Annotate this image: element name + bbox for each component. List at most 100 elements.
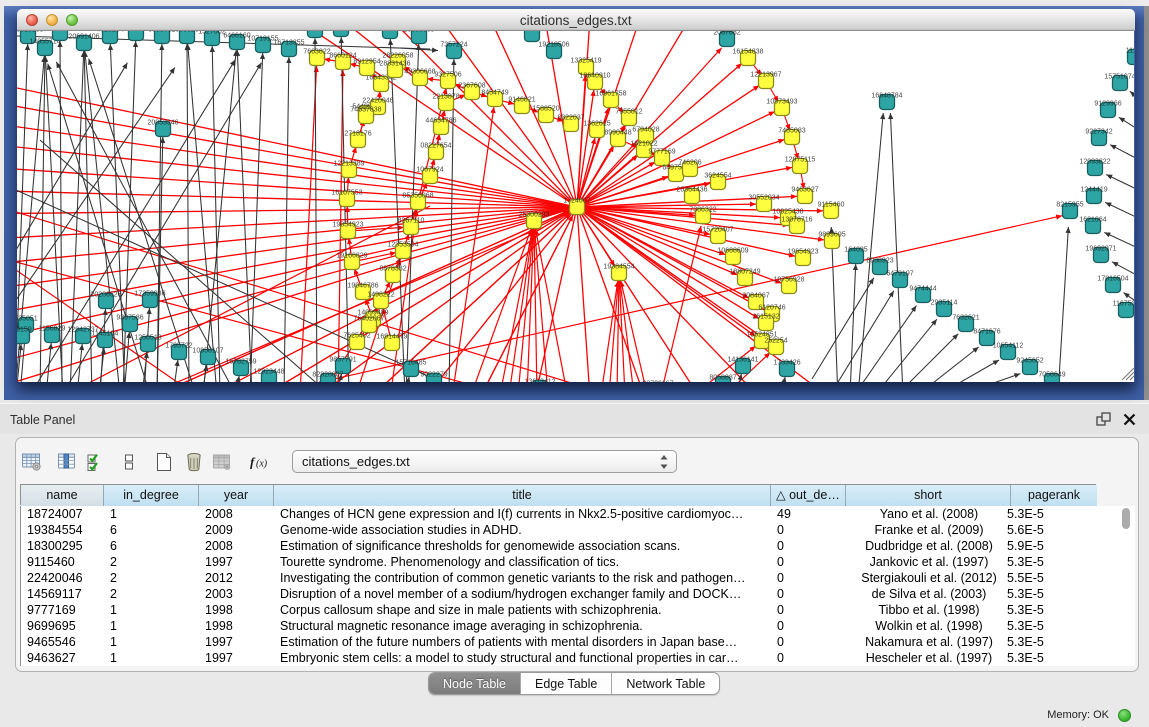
svg-text:746206: 746206	[678, 160, 701, 167]
svg-text:19756928: 19756928	[773, 277, 804, 284]
svg-text:19166829: 19166829	[336, 253, 367, 260]
svg-text:9857791: 9857791	[329, 357, 356, 364]
svg-text:13613412: 13613412	[524, 379, 555, 383]
svg-text:85356068: 85356068	[402, 193, 433, 200]
svg-text:9115460: 9115460	[818, 202, 845, 209]
svg-text:18807249: 18807249	[729, 269, 760, 276]
svg-text:9245652: 9245652	[1016, 358, 1043, 365]
svg-text:7386322: 7386322	[689, 207, 716, 214]
svg-text:9474444: 9474444	[909, 286, 936, 293]
svg-text:12975115: 12975115	[785, 157, 816, 164]
svg-text:8813054: 8813054	[518, 31, 545, 32]
svg-text:7625402: 7625402	[343, 333, 370, 340]
svg-text:6120746: 6120746	[758, 305, 785, 312]
svg-text:19384554: 19384554	[603, 264, 634, 271]
svg-text:4628194: 4628194	[96, 31, 123, 34]
svg-text:10958107: 10958107	[192, 348, 223, 355]
svg-text:16033809: 16033809	[403, 31, 434, 34]
svg-text:1621022: 1621022	[630, 141, 657, 148]
svg-text:16782759: 16782759	[225, 359, 256, 366]
svg-text:1733426: 1733426	[773, 360, 800, 367]
svg-text:28831436: 28831436	[379, 61, 410, 68]
svg-text:9899695: 9899695	[818, 232, 845, 239]
svg-text:1145194: 1145194	[92, 331, 119, 338]
svg-text:10688609: 10688609	[717, 248, 748, 255]
svg-text:1724007: 1724007	[563, 198, 590, 205]
svg-text:8938923: 8938923	[866, 258, 893, 265]
svg-text:39159: 39159	[17, 327, 32, 334]
svg-text:7632621: 7632621	[952, 315, 979, 322]
svg-text:7357224: 7357224	[440, 42, 467, 49]
svg-text:8660124: 8660124	[329, 53, 356, 60]
svg-text:17359936: 17359936	[134, 291, 165, 298]
svg-text:10973493: 10973493	[766, 99, 797, 106]
svg-text:9129966: 9129966	[1094, 101, 1121, 108]
svg-text:12093822: 12093822	[1079, 159, 1110, 166]
svg-text:7485083: 7485083	[778, 128, 805, 135]
svg-text:74537838: 74537838	[350, 107, 381, 114]
svg-text:1588520: 1588520	[532, 106, 559, 113]
svg-text:17016504: 17016504	[1097, 276, 1128, 283]
svg-text:8267110: 8267110	[398, 218, 425, 225]
svg-text:252254: 252254	[764, 338, 787, 345]
svg-text:12353594: 12353594	[387, 242, 418, 249]
svg-text:6794028: 6794028	[632, 127, 659, 134]
svg-text:19046786: 19046786	[347, 283, 378, 290]
svg-text:164095: 164095	[844, 247, 867, 254]
svg-text:8471676: 8471676	[973, 329, 1000, 336]
svg-text:12923448: 12923448	[253, 369, 284, 376]
svg-text:30552034: 30552034	[748, 195, 779, 202]
svg-text:535051: 535051	[17, 316, 38, 323]
svg-text:18640910: 18640910	[579, 73, 610, 80]
svg-text:8990448: 8990448	[604, 130, 631, 137]
svg-text:9327506: 9327506	[434, 72, 461, 79]
svg-text:2718176: 2718176	[344, 131, 371, 138]
svg-text:16154838: 16154838	[732, 49, 763, 56]
svg-text:7663822: 7663822	[303, 49, 330, 56]
svg-text:19692971: 19692971	[1085, 246, 1116, 253]
svg-text:14136141: 14136141	[727, 357, 758, 364]
svg-text:8215955: 8215955	[1056, 202, 1083, 209]
svg-text:19654923: 19654923	[787, 249, 818, 256]
svg-text:10654112: 10654112	[993, 343, 1024, 350]
svg-text:20053346: 20053346	[147, 120, 178, 127]
svg-text:20364436: 20364436	[676, 187, 707, 194]
svg-text:26018159: 26018159	[17, 31, 44, 34]
svg-text:9777169: 9777169	[648, 149, 675, 156]
svg-text:8878332: 8878332	[379, 266, 406, 273]
svg-text:11123: 11123	[1126, 48, 1134, 55]
svg-text:9022279: 9022279	[420, 372, 447, 379]
svg-text:08227654: 08227654	[420, 143, 451, 150]
svg-text:76402067: 76402067	[353, 316, 384, 323]
svg-text:13325419: 13325419	[570, 58, 601, 65]
svg-text:8058887: 8058887	[709, 375, 736, 382]
svg-text:19218506: 19218506	[538, 42, 569, 49]
svg-text:22420046: 22420046	[362, 98, 393, 105]
svg-text:83726167: 83726167	[642, 381, 673, 383]
svg-text:1498222: 1498222	[367, 292, 394, 299]
svg-text:2367608: 2367608	[458, 83, 485, 90]
svg-text:1067924: 1067924	[416, 167, 443, 174]
svg-text:2213878: 2213878	[432, 94, 459, 101]
svg-text:9397586: 9397586	[116, 315, 143, 322]
svg-text:1167533: 1167533	[1113, 301, 1134, 308]
svg-text:15716485: 15716485	[395, 360, 426, 367]
svg-text:8454749: 8454749	[481, 90, 508, 97]
svg-text:1156829: 1156829	[39, 326, 66, 333]
svg-text:1244419: 1244419	[1080, 187, 1107, 194]
svg-text:20206526: 20206526	[90, 292, 121, 299]
svg-text:16713355: 16713355	[273, 40, 304, 47]
svg-text:2935114: 2935114	[931, 300, 958, 307]
svg-text:20691406: 20691406	[68, 34, 99, 41]
svg-text:1795722: 1795722	[165, 343, 192, 350]
svg-text:10025438: 10025438	[772, 209, 803, 216]
svg-text:7058649: 7058649	[1038, 372, 1065, 379]
svg-text:15720407: 15720407	[702, 227, 733, 234]
svg-text:16107553: 16107553	[331, 190, 362, 197]
svg-text:25300293: 25300293	[518, 212, 549, 219]
svg-text:9146821: 9146821	[508, 97, 535, 104]
svg-text:9463627: 9463627	[791, 187, 818, 194]
svg-text:6479197: 6479197	[886, 271, 913, 278]
svg-text:8322037: 8322037	[557, 115, 584, 122]
svg-text:12213967: 12213967	[750, 72, 781, 79]
